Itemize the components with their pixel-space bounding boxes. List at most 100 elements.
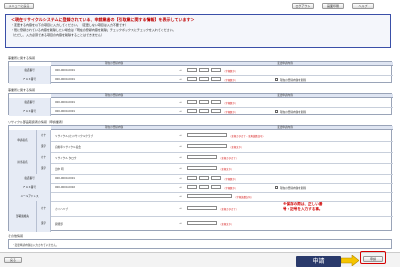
dept-kana-input[interactable] <box>187 206 217 210</box>
phone-input-2[interactable] <box>199 100 209 104</box>
input-hint: （半角数字） <box>223 111 238 114</box>
logout-button[interactable]: ログアウト <box>292 3 314 9</box>
back-to-menu-button[interactable]: メニューに戻る <box>4 3 34 9</box>
phone-input-3[interactable] <box>211 100 221 104</box>
input-hint: （半角英数記号） <box>234 196 254 199</box>
row-divider <box>9 201 393 202</box>
phone-input-1[interactable] <box>187 176 197 180</box>
arrow-icon: → <box>179 155 182 159</box>
delete-checkbox-label: 現在の登録内容を削除 <box>280 187 306 190</box>
group-label: メールアドレス <box>9 192 51 201</box>
arrow-icon: → <box>179 133 182 137</box>
delete-checkbox-label: 現在の登録内容を削除 <box>280 79 306 82</box>
arrow-icon: → <box>179 77 182 81</box>
print-button[interactable]: 画面印刷 <box>322 3 344 9</box>
row-divider <box>37 141 393 142</box>
row-divider <box>9 192 393 193</box>
phone-input-1[interactable] <box>187 68 197 72</box>
current-value: リサイクル タロウ <box>55 157 77 160</box>
row-divider <box>9 183 393 184</box>
delete-checkbox[interactable] <box>275 77 278 81</box>
input-hint: （全角文字） <box>229 146 244 149</box>
group-label: 担当者名 <box>9 152 37 174</box>
fax-input-2[interactable] <box>199 185 209 189</box>
fax-input-2[interactable] <box>199 109 209 113</box>
other-text: ・変更申請内容は入力されていません。 <box>12 244 59 247</box>
fax-input-2[interactable] <box>199 77 209 81</box>
email-input[interactable] <box>187 194 232 198</box>
phone-input-2[interactable] <box>199 176 209 180</box>
input-hint: （全角カタカナ・全角英数記号） <box>229 135 265 138</box>
phone-input-3[interactable] <box>211 176 221 180</box>
row-divider <box>37 216 393 217</box>
input-hint: （半角数字） <box>223 102 238 105</box>
sub-label: カナ <box>37 201 51 216</box>
group-label: 申請者名 <box>9 130 37 152</box>
branch-grid: 現在の登録内容 変更申請内容 電話番号 000-0000-0001 → （半角数… <box>8 93 393 116</box>
arrow-icon: → <box>179 166 182 170</box>
other-grid: ・変更申請内容は入力されていません。 <box>8 239 392 249</box>
dept-kanji-input[interactable] <box>187 221 217 225</box>
back-button[interactable]: 戻る <box>4 257 22 263</box>
arrow-icon: → <box>179 185 182 189</box>
group-label: 部署連絡先 <box>9 201 37 232</box>
group-label: 電話番号 <box>9 174 51 183</box>
header-changed: 変更申請内容 <box>177 94 393 98</box>
sub-label: カナ <box>37 152 51 163</box>
fax-input-1[interactable] <box>187 77 197 81</box>
fax-input-3[interactable] <box>211 77 221 81</box>
recycle-grid: 現在の登録内容 変更申請内容 申請者名 カナ リサイクル(カ)リサイクルクラブ … <box>8 125 393 232</box>
row-divider <box>9 107 393 108</box>
row-label: 電話番号 <box>9 66 51 75</box>
current-value: 000-0000-0002 <box>55 186 76 189</box>
office-grid: 現在の登録内容 変更申請内容 電話番号 000-0000-0001 → （半角数… <box>8 61 393 84</box>
phone-input-2[interactable] <box>199 68 209 72</box>
header-changed: 変更申請内容 <box>177 62 393 66</box>
help-button[interactable]: ヘルプ <box>352 3 374 9</box>
arrow-icon: → <box>179 221 182 225</box>
current-value: カイハツブ <box>55 208 68 211</box>
phone-input-3[interactable] <box>211 68 221 72</box>
input-hint: （半角数字） <box>223 79 238 82</box>
row-label: ＦＡＸ番号 <box>9 107 51 116</box>
section-title: 事業所に関する情報 <box>8 56 36 60</box>
arrow-icon: → <box>179 176 182 180</box>
submit-highlight <box>360 251 386 264</box>
fax-input-3[interactable] <box>211 185 221 189</box>
arrow-icon: → <box>179 144 182 148</box>
section-title: 事業所に関する情報 <box>8 88 36 92</box>
sub-label: カナ <box>37 130 51 141</box>
warning-note: ※保存の際は、正しい番号・記号を入力する事。 <box>283 202 323 211</box>
sub-label: 漢字 <box>37 141 51 152</box>
input-hint: （半角数字） <box>223 178 238 181</box>
row-divider <box>9 152 393 153</box>
applicant-kana-input[interactable] <box>187 133 227 137</box>
sub-label: 漢字 <box>37 216 51 232</box>
current-value: 田中 明 <box>55 168 64 171</box>
delete-checkbox-label: 現在の登録内容を削除 <box>280 111 306 114</box>
group-label: ＦＡＸ番号 <box>9 183 51 192</box>
header-current: 現在の登録内容 <box>51 62 177 66</box>
input-hint: （全角カタカナ） <box>219 208 239 211</box>
arrow-icon: → <box>179 100 182 104</box>
delete-checkbox[interactable] <box>275 109 278 113</box>
applicant-kanji-input[interactable] <box>187 144 227 148</box>
input-hint: （半角数字） <box>223 70 238 73</box>
current-value: 000-0000-0001 <box>55 78 76 81</box>
delete-checkbox[interactable] <box>275 185 278 189</box>
row-divider <box>9 174 393 175</box>
section-title: その他情報 <box>8 234 24 238</box>
current-value: 開発部 <box>55 223 63 226</box>
contact-kanji-input[interactable] <box>187 166 217 170</box>
contact-kana-input[interactable] <box>187 155 217 159</box>
input-hint: （半角数字） <box>223 187 238 190</box>
header-current: 現在の登録内容 <box>51 94 177 98</box>
phone-input-1[interactable] <box>187 100 197 104</box>
header-changed: 変更申請内容 <box>177 126 393 130</box>
fax-input-1[interactable] <box>187 185 197 189</box>
input-hint: （全角文字） <box>219 223 234 226</box>
fax-input-1[interactable] <box>187 109 197 113</box>
fax-input-3[interactable] <box>211 109 221 113</box>
row-label: 電話番号 <box>9 98 51 107</box>
section-title: リサイクル部品取扱者の情報（申請業者） <box>8 120 65 124</box>
